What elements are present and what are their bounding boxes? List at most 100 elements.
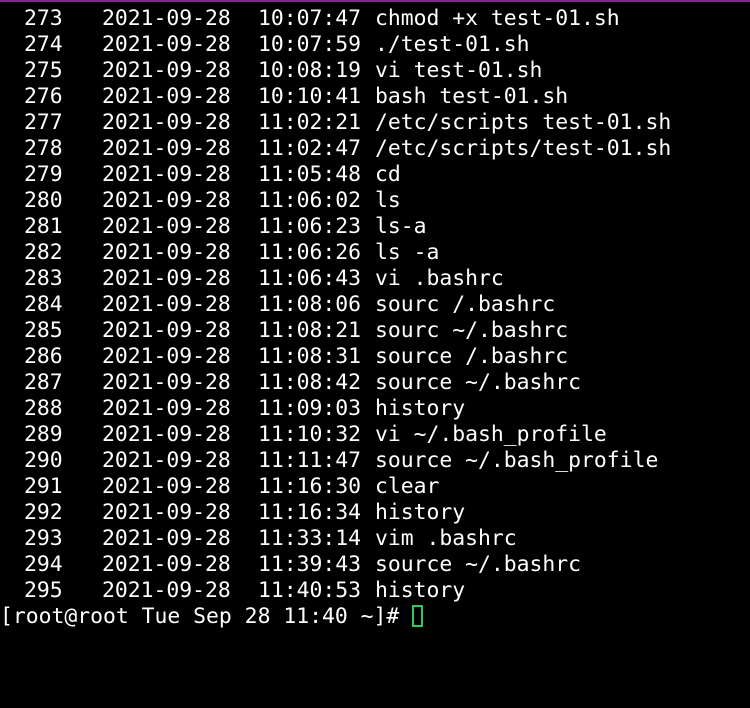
- history-time: 11:10:32: [258, 422, 362, 447]
- history-date: 2021-09-28: [102, 240, 231, 265]
- history-time: 11:06:43: [258, 266, 362, 291]
- history-time: 11:33:14: [258, 526, 362, 551]
- history-command: ./test-01.sh: [375, 32, 530, 57]
- prompt-line[interactable]: [root@root Tue Sep 28 11:40 ~]#: [0, 604, 750, 630]
- history-time: 10:07:47: [258, 6, 362, 31]
- history-date: 2021-09-28: [102, 370, 231, 395]
- history-command: history: [375, 396, 466, 421]
- history-command: vi .bashrc: [375, 266, 504, 291]
- history-date: 2021-09-28: [102, 344, 231, 369]
- history-row: 280 2021-09-28 11:06:02 ls: [0, 188, 750, 214]
- history-command: clear: [375, 474, 440, 499]
- history-number: 286: [24, 344, 63, 369]
- history-time: 11:06:02: [258, 188, 362, 213]
- history-number: 283: [24, 266, 63, 291]
- window-top-border: [0, 0, 750, 2]
- history-number: 274: [24, 32, 63, 57]
- history-date: 2021-09-28: [102, 578, 231, 603]
- history-number: 294: [24, 552, 63, 577]
- history-date: 2021-09-28: [102, 318, 231, 343]
- history-row: 293 2021-09-28 11:33:14 vim .bashrc: [0, 526, 750, 552]
- history-number: 278: [24, 136, 63, 161]
- history-date: 2021-09-28: [102, 526, 231, 551]
- history-time: 10:07:59: [258, 32, 362, 57]
- history-time: 11:08:42: [258, 370, 362, 395]
- history-date: 2021-09-28: [102, 32, 231, 57]
- history-number: 273: [24, 6, 63, 31]
- history-row: 290 2021-09-28 11:11:47 source ~/.bash_prof…: [0, 448, 750, 474]
- history-row: 285 2021-09-28 11:08:21 sourc ~/.bashrc: [0, 318, 750, 344]
- history-row: 276 2021-09-28 10:10:41 bash test-01.sh: [0, 84, 750, 110]
- history-list: 273 2021-09-28 10:07:47 chmod +x test-01.sh…: [0, 6, 750, 604]
- history-time: 11:08:21: [258, 318, 362, 343]
- history-number: 276: [24, 84, 63, 109]
- history-command: source ~/.bashrc: [375, 552, 582, 577]
- history-row: 274 2021-09-28 10:07:59 ./test-01.sh: [0, 32, 750, 58]
- history-time: 11:08:31: [258, 344, 362, 369]
- history-time: 10:08:19: [258, 58, 362, 83]
- history-command: source ~/.bash_profile: [375, 448, 659, 473]
- history-number: 277: [24, 110, 63, 135]
- history-number: 293: [24, 526, 63, 551]
- history-time: 11:40:53: [258, 578, 362, 603]
- history-date: 2021-09-28: [102, 136, 231, 161]
- history-date: 2021-09-28: [102, 396, 231, 421]
- shell-prompt: [root@root Tue Sep 28 11:40 ~]#: [0, 604, 413, 629]
- history-command: chmod +x test-01.sh: [375, 6, 620, 31]
- history-command: vi ~/.bash_profile: [375, 422, 607, 447]
- history-time: 10:10:41: [258, 84, 362, 109]
- history-time: 11:02:21: [258, 110, 362, 135]
- history-date: 2021-09-28: [102, 266, 231, 291]
- history-command: ls -a: [375, 240, 440, 265]
- history-row: 288 2021-09-28 11:09:03 history: [0, 396, 750, 422]
- history-date: 2021-09-28: [102, 110, 231, 135]
- history-time: 11:11:47: [258, 448, 362, 473]
- history-command: ls: [375, 188, 401, 213]
- history-date: 2021-09-28: [102, 214, 231, 239]
- history-number: 280: [24, 188, 63, 213]
- history-row: 286 2021-09-28 11:08:31 source /.bashrc: [0, 344, 750, 370]
- history-date: 2021-09-28: [102, 474, 231, 499]
- history-date: 2021-09-28: [102, 292, 231, 317]
- history-row: 295 2021-09-28 11:40:53 history: [0, 578, 750, 604]
- history-row: 273 2021-09-28 10:07:47 chmod +x test-01.sh: [0, 6, 750, 32]
- history-number: 295: [24, 578, 63, 603]
- history-row: 292 2021-09-28 11:16:34 history: [0, 500, 750, 526]
- history-date: 2021-09-28: [102, 422, 231, 447]
- terminal-output[interactable]: 273 2021-09-28 10:07:47 chmod +x test-01.sh…: [0, 6, 750, 646]
- history-number: 292: [24, 500, 63, 525]
- history-number: 287: [24, 370, 63, 395]
- history-row: 281 2021-09-28 11:06:23 ls-a: [0, 214, 750, 240]
- history-command: ls-a: [375, 214, 427, 239]
- history-command: source ~/.bashrc: [375, 370, 582, 395]
- history-row: 277 2021-09-28 11:02:21/etc/scripts test-0…: [0, 110, 750, 136]
- history-command: history: [375, 500, 466, 525]
- history-number: 281: [24, 214, 63, 239]
- history-command: sourc /.bashrc: [375, 292, 556, 317]
- history-row: 282 2021-09-28 11:06:26 ls -a: [0, 240, 750, 266]
- history-time: 11:05:48: [258, 162, 362, 187]
- history-command: history: [375, 578, 466, 603]
- history-number: 279: [24, 162, 63, 187]
- history-command: /etc/scripts test-01.sh: [375, 110, 672, 135]
- history-number: 289: [24, 422, 63, 447]
- history-command: vi test-01.sh: [375, 58, 543, 83]
- history-row: 279 2021-09-28 11:05:48 cd: [0, 162, 750, 188]
- history-time: 11:09:03: [258, 396, 362, 421]
- history-row: 284 2021-09-28 11:08:06 sourc /.bashrc: [0, 292, 750, 318]
- history-row: 278 2021-09-28 11:02:47/etc/scripts/test-0…: [0, 136, 750, 162]
- history-row: 283 2021-09-28 11:06:43 vi .bashrc: [0, 266, 750, 292]
- history-command: bash test-01.sh: [375, 84, 569, 109]
- history-date: 2021-09-28: [102, 162, 231, 187]
- history-time: 11:39:43: [258, 552, 362, 577]
- history-number: 291: [24, 474, 63, 499]
- history-row: 287 2021-09-28 11:08:42 source ~/.bashrc: [0, 370, 750, 396]
- history-date: 2021-09-28: [102, 6, 231, 31]
- history-time: 11:02:47: [258, 136, 362, 161]
- history-command: /etc/scripts/test-01.sh: [375, 136, 672, 161]
- history-date: 2021-09-28: [102, 84, 231, 109]
- text-cursor[interactable]: [412, 605, 423, 627]
- history-row: 294 2021-09-28 11:39:43 source ~/.bashrc: [0, 552, 750, 578]
- history-number: 288: [24, 396, 63, 421]
- history-date: 2021-09-28: [102, 188, 231, 213]
